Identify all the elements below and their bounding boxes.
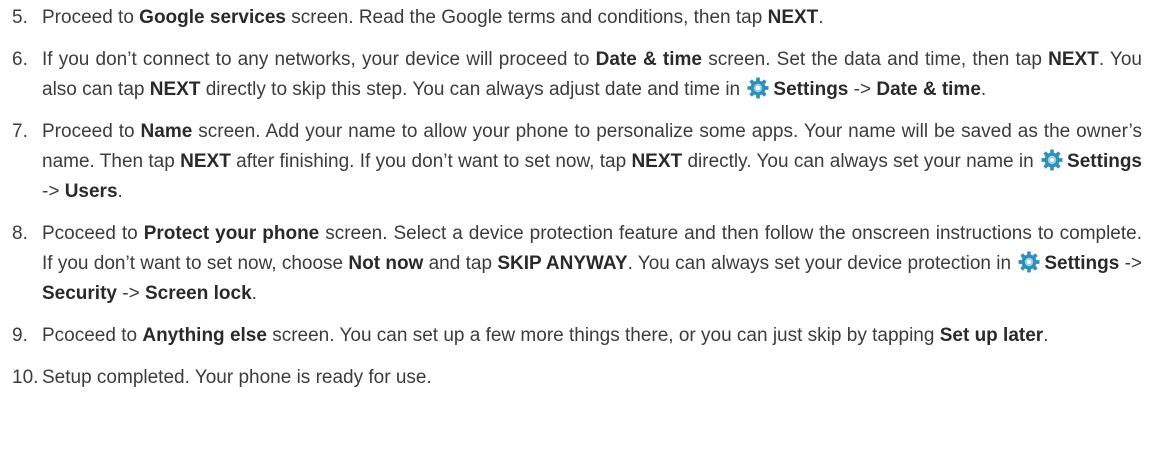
settings-gear-icon bbox=[1018, 251, 1040, 273]
text-run: . You can always set your device protect… bbox=[627, 253, 1017, 274]
step-number: 8. bbox=[12, 223, 28, 244]
bold-term: Protect your phone bbox=[143, 223, 320, 244]
step-number: 10. bbox=[12, 367, 39, 388]
text-run: . bbox=[980, 79, 987, 100]
step-text: Proceed to Google services screen. Read … bbox=[42, 3, 1142, 33]
text-run: Proceed to bbox=[42, 7, 140, 28]
text-run: after finishing. If you don’t want to se… bbox=[230, 151, 632, 172]
bold-term: Settings bbox=[1044, 253, 1120, 274]
list-item: 9. Pcoceed to Anything else screen. You c… bbox=[12, 321, 1142, 351]
bold-term: Settings bbox=[773, 79, 849, 100]
text-run: -> bbox=[848, 79, 877, 100]
text-run: directly. You can always set your name i… bbox=[682, 151, 1040, 172]
text-run: screen. Read the Google terms and condit… bbox=[285, 7, 768, 28]
bold-term: NEXT bbox=[180, 151, 231, 172]
text-run: Pcoceed to bbox=[42, 223, 144, 244]
list-item: 8. Pcoceed to Protect your phone screen. … bbox=[12, 219, 1142, 309]
bold-term: Users bbox=[64, 181, 118, 202]
step-number: 9. bbox=[12, 325, 28, 346]
text-run: Proceed to bbox=[42, 121, 141, 142]
step-text: Pcoceed to Anything else screen. You can… bbox=[42, 321, 1142, 351]
step-number: 6. bbox=[12, 49, 28, 70]
bold-term: Date & time bbox=[876, 79, 981, 100]
settings-gear-icon bbox=[747, 77, 769, 99]
text-run: -> bbox=[1119, 253, 1142, 274]
step-text: Setup completed. Your phone is ready for… bbox=[42, 363, 1142, 393]
steps-list: 5. Proceed to Google services screen. Rea… bbox=[12, 3, 1142, 393]
bold-term: NEXT bbox=[1048, 49, 1099, 70]
list-item: 10. Setup completed. Your phone is ready … bbox=[12, 363, 1142, 393]
text-run: Setup completed. Your phone is ready for… bbox=[42, 367, 432, 388]
list-item: 6. If you don’t connect to any networks, … bbox=[12, 45, 1142, 105]
step-number: 7. bbox=[12, 121, 28, 142]
bold-term: Date & time bbox=[595, 49, 703, 70]
bold-term: Google services bbox=[139, 7, 286, 28]
step-text: Pcoceed to Protect your phone screen. Se… bbox=[42, 219, 1142, 309]
text-run: screen. Set the data and time, then tap bbox=[702, 49, 1049, 70]
text-run: and tap bbox=[423, 253, 498, 274]
bold-term: NEXT bbox=[767, 7, 819, 28]
list-item: 7. Proceed to Name screen. Add your name … bbox=[12, 117, 1142, 207]
bold-term: Name bbox=[140, 121, 193, 142]
text-run: If you don’t connect to any networks, yo… bbox=[42, 49, 596, 70]
bold-term: Settings bbox=[1067, 151, 1142, 172]
text-run: -> bbox=[116, 283, 145, 304]
bold-term: Screen lock bbox=[144, 283, 252, 304]
bold-term: Not now bbox=[348, 253, 424, 274]
step-number: 5. bbox=[12, 7, 28, 28]
text-run: -> bbox=[42, 181, 65, 202]
bold-term: Set up later bbox=[939, 325, 1044, 346]
text-run: directly to skip this step. You can alwa… bbox=[200, 79, 746, 100]
settings-gear-icon bbox=[1041, 149, 1063, 171]
text-run: screen. You can set up a few more things… bbox=[266, 325, 940, 346]
bold-term: SKIP ANYWAY bbox=[497, 253, 628, 274]
text-run: . bbox=[251, 283, 257, 304]
list-item: 5. Proceed to Google services screen. Rea… bbox=[12, 3, 1142, 33]
bold-term: NEXT bbox=[631, 151, 683, 172]
text-run: . bbox=[818, 7, 824, 28]
bold-term: NEXT bbox=[149, 79, 201, 100]
step-text: If you don’t connect to any networks, yo… bbox=[42, 45, 1142, 105]
instruction-document: 5. Proceed to Google services screen. Rea… bbox=[0, 0, 1156, 470]
bold-term: Anything else bbox=[142, 325, 267, 346]
text-run: . bbox=[1043, 325, 1049, 346]
text-run: . bbox=[117, 181, 123, 202]
step-text: Proceed to Name screen. Add your name to… bbox=[42, 117, 1142, 207]
bold-term: Security bbox=[42, 283, 117, 304]
text-run: Pcoceed to bbox=[42, 325, 143, 346]
